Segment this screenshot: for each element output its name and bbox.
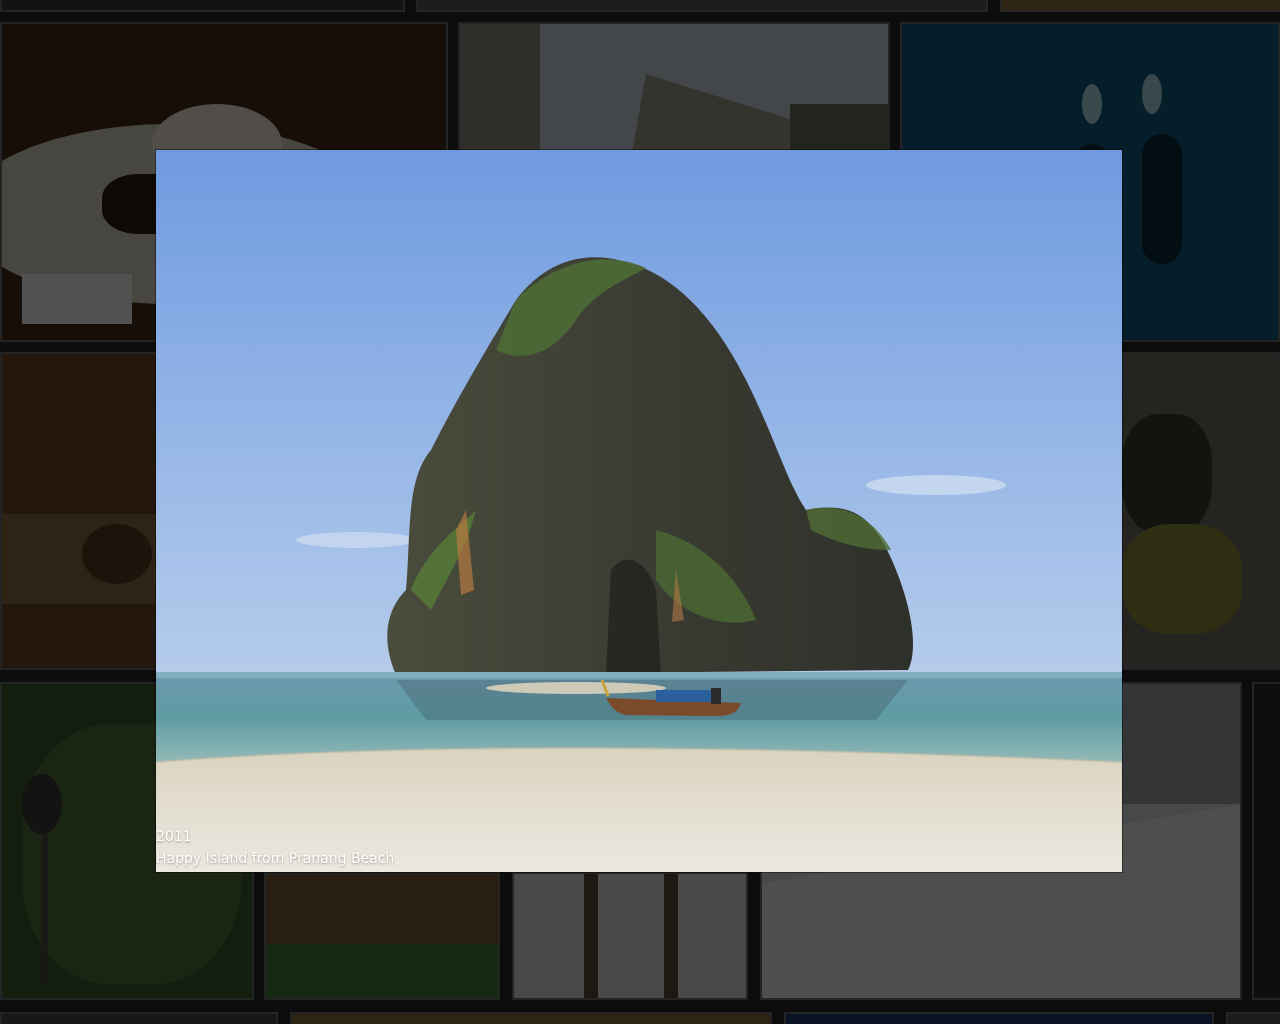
gallery-thumb-city[interactable] bbox=[264, 872, 500, 1000]
gallery-thumb[interactable] bbox=[784, 1012, 1214, 1024]
gallery-stage: 2011 Happy Island from Pranang Beach bbox=[0, 0, 1280, 1024]
gallery-thumb[interactable] bbox=[0, 1012, 278, 1024]
gallery-thumb[interactable] bbox=[290, 1012, 772, 1024]
gallery-thumb[interactable] bbox=[416, 0, 988, 12]
lightbox-photo[interactable]: 2011 Happy Island from Pranang Beach bbox=[156, 150, 1122, 872]
gallery-thumb[interactable] bbox=[1000, 0, 1280, 12]
gallery-thumb-painting[interactable] bbox=[0, 352, 160, 670]
photo-year: 2011 bbox=[156, 829, 192, 845]
beach-island-photo bbox=[156, 150, 1122, 872]
gallery-thumb[interactable] bbox=[0, 0, 405, 12]
photo-caption: 2011 Happy Island from Pranang Beach bbox=[156, 826, 394, 870]
gallery-thumb[interactable] bbox=[1226, 1012, 1280, 1024]
gallery-thumb-lizard[interactable] bbox=[1120, 352, 1280, 670]
gallery-thumb-ladder[interactable] bbox=[512, 872, 748, 1000]
gallery-thumb[interactable] bbox=[1252, 682, 1280, 1000]
photo-title: Happy Island from Pranang Beach bbox=[156, 851, 395, 867]
